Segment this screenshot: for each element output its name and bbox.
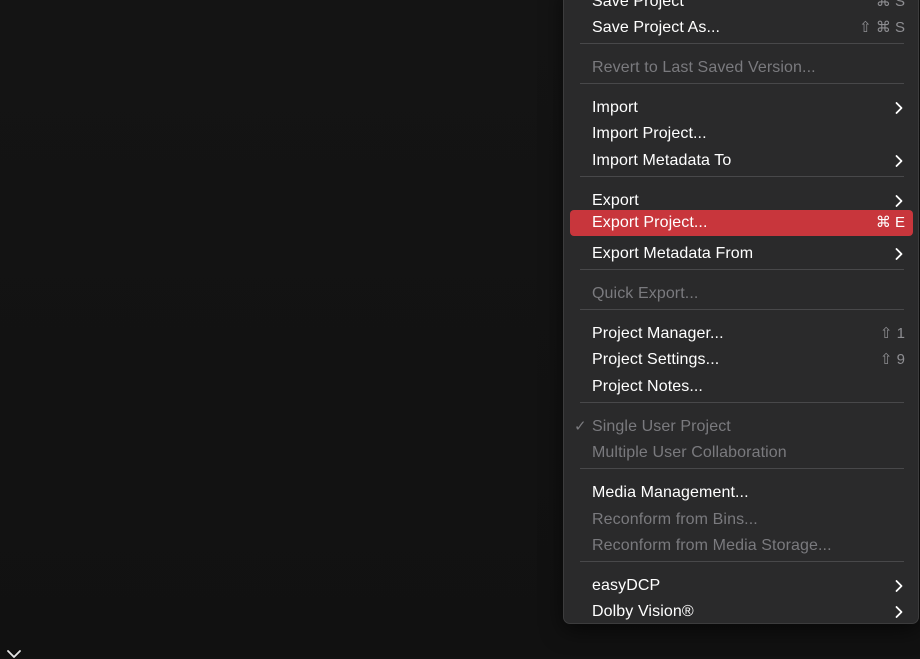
menu-item-label: Export Metadata From xyxy=(592,245,754,262)
checkmark-icon: ✓ xyxy=(574,418,587,435)
chevron-right-icon xyxy=(895,248,903,260)
menu-item-media-management[interactable]: Media Management... xyxy=(570,480,913,506)
menu-item-label: Multiple User Collaboration xyxy=(592,444,787,461)
menu-separator xyxy=(580,176,904,177)
menu-item-label: Reconform from Media Storage... xyxy=(592,537,832,554)
menu-item-label: Single User Project xyxy=(592,418,731,435)
menu-item-import-project[interactable]: Import Project... xyxy=(570,121,913,147)
menu-item-label: Import Project... xyxy=(592,125,707,142)
menu-item-label: Export xyxy=(592,192,639,209)
menu-item-label: Project Manager... xyxy=(592,325,724,342)
chevron-right-icon xyxy=(895,155,903,167)
file-menu-dropdown: Save Project ⌘ S Save Project As... ⇧ ⌘ … xyxy=(563,0,919,624)
menu-item-label: Reconform from Bins... xyxy=(592,511,758,528)
menu-item-quick-export[interactable]: Quick Export... xyxy=(570,281,913,307)
menu-item-label: Media Management... xyxy=(592,484,749,501)
menu-item-export-metadata-from[interactable]: Export Metadata From xyxy=(570,241,913,267)
menu-item-multiple-user-collaboration[interactable]: Multiple User Collaboration xyxy=(570,440,913,466)
menu-separator xyxy=(580,468,904,469)
chevron-right-icon xyxy=(895,102,903,114)
menu-item-label: Save Project As... xyxy=(592,19,721,36)
menu-separator xyxy=(580,561,904,562)
menu-item-save-project[interactable]: Save Project ⌘ S xyxy=(570,0,913,15)
chevron-down-icon[interactable] xyxy=(6,647,22,659)
shortcut-label: ⇧ 1 xyxy=(879,325,905,342)
menu-item-label: Project Notes... xyxy=(592,378,703,395)
menu-item-export-project[interactable]: Export Project... ⌘ E xyxy=(570,210,913,236)
shortcut-label: ⌘ E xyxy=(875,214,905,231)
menu-item-label: Dolby Vision® xyxy=(592,603,694,620)
shortcut-label: ⌘ S xyxy=(875,0,905,10)
shortcut-label: ⇧ ⌘ S xyxy=(859,19,905,36)
menu-item-label: Export Project... xyxy=(592,214,708,231)
chevron-right-icon xyxy=(895,195,903,207)
menu-item-label: Import Metadata To xyxy=(592,152,732,169)
menu-item-import-metadata-to[interactable]: Import Metadata To xyxy=(570,148,913,174)
menu-item-label: Project Settings... xyxy=(592,351,720,368)
menu-item-project-notes[interactable]: Project Notes... xyxy=(570,374,913,400)
menu-item-label: easyDCP xyxy=(592,577,661,594)
chevron-right-icon xyxy=(895,580,903,592)
menu-item-save-project-as[interactable]: Save Project As... ⇧ ⌘ S xyxy=(570,15,913,41)
menu-separator xyxy=(580,43,904,44)
menu-item-easydcp[interactable]: easyDCP xyxy=(570,573,913,599)
chevron-right-icon xyxy=(895,606,903,618)
menu-item-revert-to-last-saved[interactable]: Revert to Last Saved Version... xyxy=(570,55,913,81)
menu-item-label: Import xyxy=(592,99,638,116)
menu-item-label: Save Project xyxy=(592,0,684,10)
menu-item-import[interactable]: Import xyxy=(570,95,913,121)
menu-item-label: Quick Export... xyxy=(592,285,699,302)
menu-separator xyxy=(580,83,904,84)
menu-item-reconform-from-media-storage[interactable]: Reconform from Media Storage... xyxy=(570,533,913,559)
menu-separator xyxy=(580,402,904,403)
menu-item-single-user-project[interactable]: ✓ Single User Project xyxy=(570,414,913,440)
menu-item-dolby-vision[interactable]: Dolby Vision® xyxy=(570,599,913,625)
menu-item-project-manager[interactable]: Project Manager... ⇧ 1 xyxy=(570,321,913,347)
menu-separator xyxy=(580,269,904,270)
menu-item-label: Revert to Last Saved Version... xyxy=(592,59,816,76)
shortcut-label: ⇧ 9 xyxy=(879,351,905,368)
menu-item-reconform-from-bins[interactable]: Reconform from Bins... xyxy=(570,507,913,533)
menu-item-project-settings[interactable]: Project Settings... ⇧ 9 xyxy=(570,347,913,373)
menu-separator xyxy=(580,309,904,310)
